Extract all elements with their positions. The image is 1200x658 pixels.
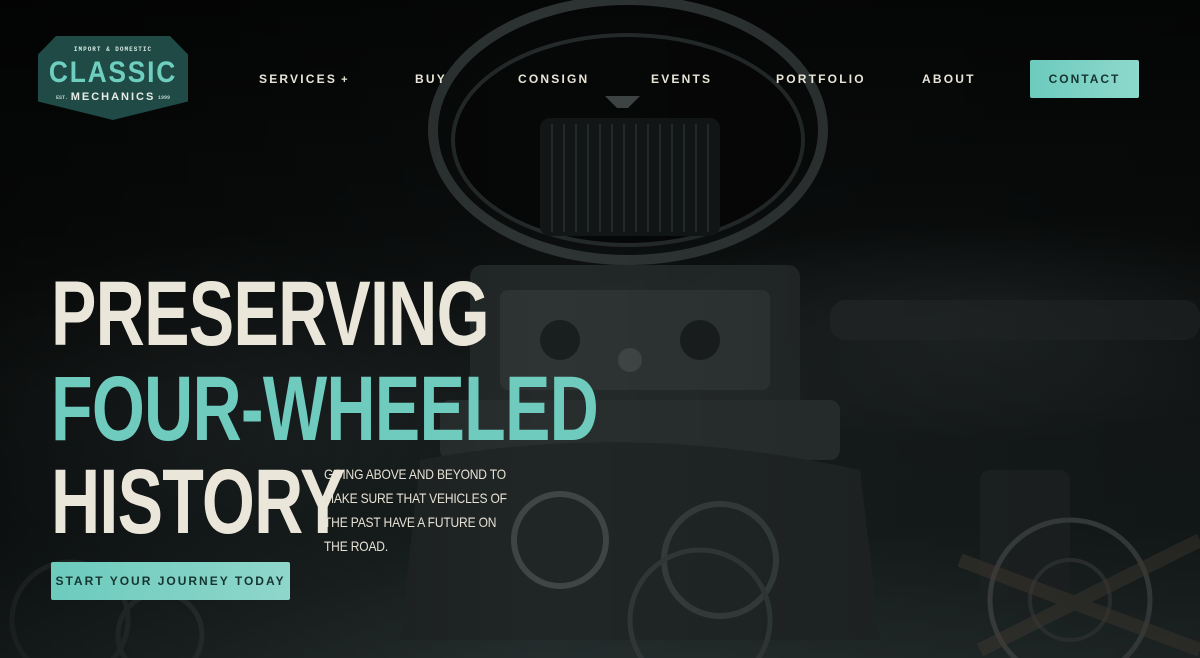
headline-line-2: FOUR-WHEELED [51,358,599,460]
nav-item-label: SERVICES [259,72,338,86]
logo-year: 1999 [157,95,170,101]
logo-tagline: IMPORT & DOMESTIC [73,46,153,53]
nav-item-buy[interactable]: BUY [415,72,447,86]
contact-button[interactable]: CONTACT [1030,60,1139,98]
nav-item-about[interactable]: ABOUT [922,72,976,86]
nav-item-services[interactable]: SERVICES + [259,72,350,86]
nav-item-events[interactable]: EVENTS [651,72,712,86]
hero-tagline: GOING ABOVE AND BEYOND TO MAKE SURE THAT… [324,466,507,554]
nav-item-portfolio[interactable]: PORTFOLIO [776,72,866,86]
headline-line-1: PRESERVING [51,263,490,365]
start-journey-button[interactable]: START YOUR JOURNEY TODAY [51,562,290,600]
site-logo[interactable]: IMPORT & DOMESTIC CLASSIC EST. MECHANICS… [38,36,188,120]
logo-title: CLASSIC [48,56,178,89]
nav-item-consign[interactable]: CONSIGN [518,72,589,86]
headline-line-3: HISTORY [51,451,345,553]
plus-icon: + [341,74,350,86]
